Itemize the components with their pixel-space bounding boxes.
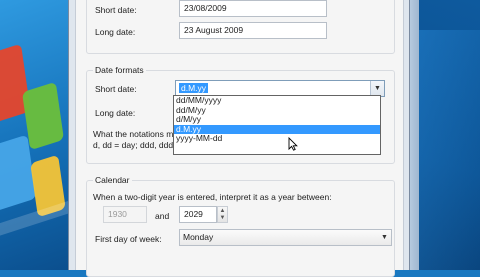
mouse-pointer-icon <box>288 137 298 151</box>
desktop-background-right <box>418 0 480 270</box>
short-date-selected-value: d.M.yy <box>179 83 209 93</box>
dropdown-option[interactable]: d/M/yy <box>174 115 380 125</box>
example-long-date-field: 23 August 2009 <box>179 22 327 39</box>
year-to-spinner[interactable]: ▲ ▼ <box>217 206 228 223</box>
calendar-group: Calendar When a two-digit year is entere… <box>86 175 395 277</box>
year-from-field: 1930 <box>103 206 147 223</box>
examples-group: Short date: 23/08/2009 Long date: 23 Aug… <box>86 0 395 54</box>
notation-help-text-1: What the notations m <box>93 129 174 139</box>
spin-up-icon[interactable]: ▲ <box>218 207 227 215</box>
chevron-down-icon[interactable]: ▼ <box>370 81 384 96</box>
dropdown-option[interactable]: yyyy-MM-dd <box>174 134 380 144</box>
date-formats-title: Date formats <box>93 65 146 75</box>
calendar-title: Calendar <box>93 175 132 185</box>
first-day-of-week-label: First day of week: <box>95 234 162 244</box>
spin-down-icon[interactable]: ▼ <box>218 215 227 223</box>
windows-logo-green <box>21 81 65 151</box>
first-day-of-week-value: Monday <box>183 232 214 242</box>
year-to-field[interactable]: 2029 <box>179 206 217 223</box>
example-long-date-label: Long date: <box>95 27 136 37</box>
desktop-right-streak <box>418 30 480 270</box>
and-label: and <box>155 211 170 221</box>
chevron-down-icon[interactable]: ▼ <box>378 230 391 245</box>
desktop-background <box>0 0 68 270</box>
notation-help-text-2: d, dd = day; ddd, ddd <box>93 140 174 150</box>
example-short-date-field: 23/08/2009 <box>179 0 327 17</box>
first-day-of-week-combobox[interactable]: Monday ▼ <box>179 229 392 246</box>
dropdown-option[interactable]: dd/M/yy <box>174 105 380 116</box>
two-digit-year-text: When a two-digit year is entered, interp… <box>93 192 332 202</box>
short-date-dropdown-list[interactable]: dd/MM/yyyy dd/M/yy d/M/yy d.M.yy yyyy-MM… <box>173 95 381 155</box>
example-short-date-label: Short date: <box>95 5 137 15</box>
long-date-label: Long date: <box>95 108 136 118</box>
short-date-label: Short date: <box>95 84 137 94</box>
